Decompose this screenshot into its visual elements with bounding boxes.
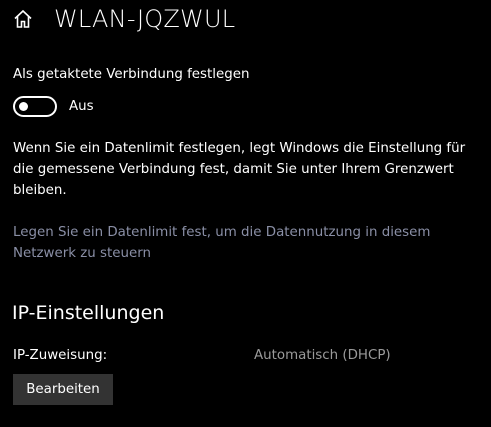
ip-assignment-label: IP-Zuweisung: — [13, 348, 108, 363]
metered-connection-label: Als getaktete Verbindung festlegen — [13, 67, 250, 82]
metered-description: Wenn Sie ein Datenlimit festlegen, legt … — [13, 141, 466, 198]
ip-assignment-value: Automatisch (DHCP) — [254, 348, 391, 363]
ip-settings-heading: IP-Einstellungen — [12, 302, 165, 324]
toggle-knob — [19, 101, 28, 111]
home-icon[interactable] — [12, 8, 34, 30]
toggle-state-label: Aus — [69, 98, 94, 114]
page-header: WLAN-JQZWUL — [12, 4, 235, 34]
network-properties-page: WLAN-JQZWUL Als getaktete Verbindung fes… — [0, 0, 491, 427]
metered-connection-toggle[interactable] — [13, 95, 57, 117]
metered-connection-toggle-row: Aus — [13, 95, 94, 117]
page-title: WLAN-JQZWUL — [54, 5, 236, 33]
data-limit-link[interactable]: Legen Sie ein Datenlimit fest, um die Da… — [13, 222, 483, 264]
edit-button[interactable]: Bearbeiten — [13, 374, 113, 405]
